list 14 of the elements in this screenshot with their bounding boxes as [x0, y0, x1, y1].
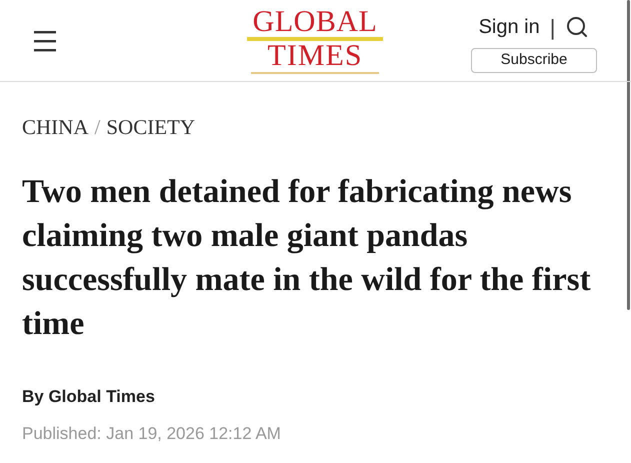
article-headline: Two men detained for fabricating news claiming two male giant pandas successfully mate in the wild for the first time	[22, 172, 592, 344]
breadcrumb-link[interactable]: SOCIETY	[106, 112, 196, 144]
logo-text: GLOBAL	[252, 8, 378, 36]
separator: |	[550, 14, 556, 42]
breadcrumb-separator: /	[94, 114, 100, 141]
subscribe-button[interactable]: Subscribe	[471, 48, 597, 72]
breadcrumb-link[interactable]: CHINA	[22, 112, 88, 144]
site-logo[interactable]: GLOBAL TIMES	[246, 8, 384, 74]
publish-date: Published: Jan 19, 2026 12:12 AM	[22, 423, 282, 445]
sign-in-link[interactable]: Sign in	[478, 12, 540, 42]
menu-icon[interactable]	[34, 28, 56, 52]
search-icon[interactable]	[565, 15, 590, 39]
article-byline: By Global Times	[22, 386, 156, 408]
logo-text: TIMES	[268, 42, 362, 70]
